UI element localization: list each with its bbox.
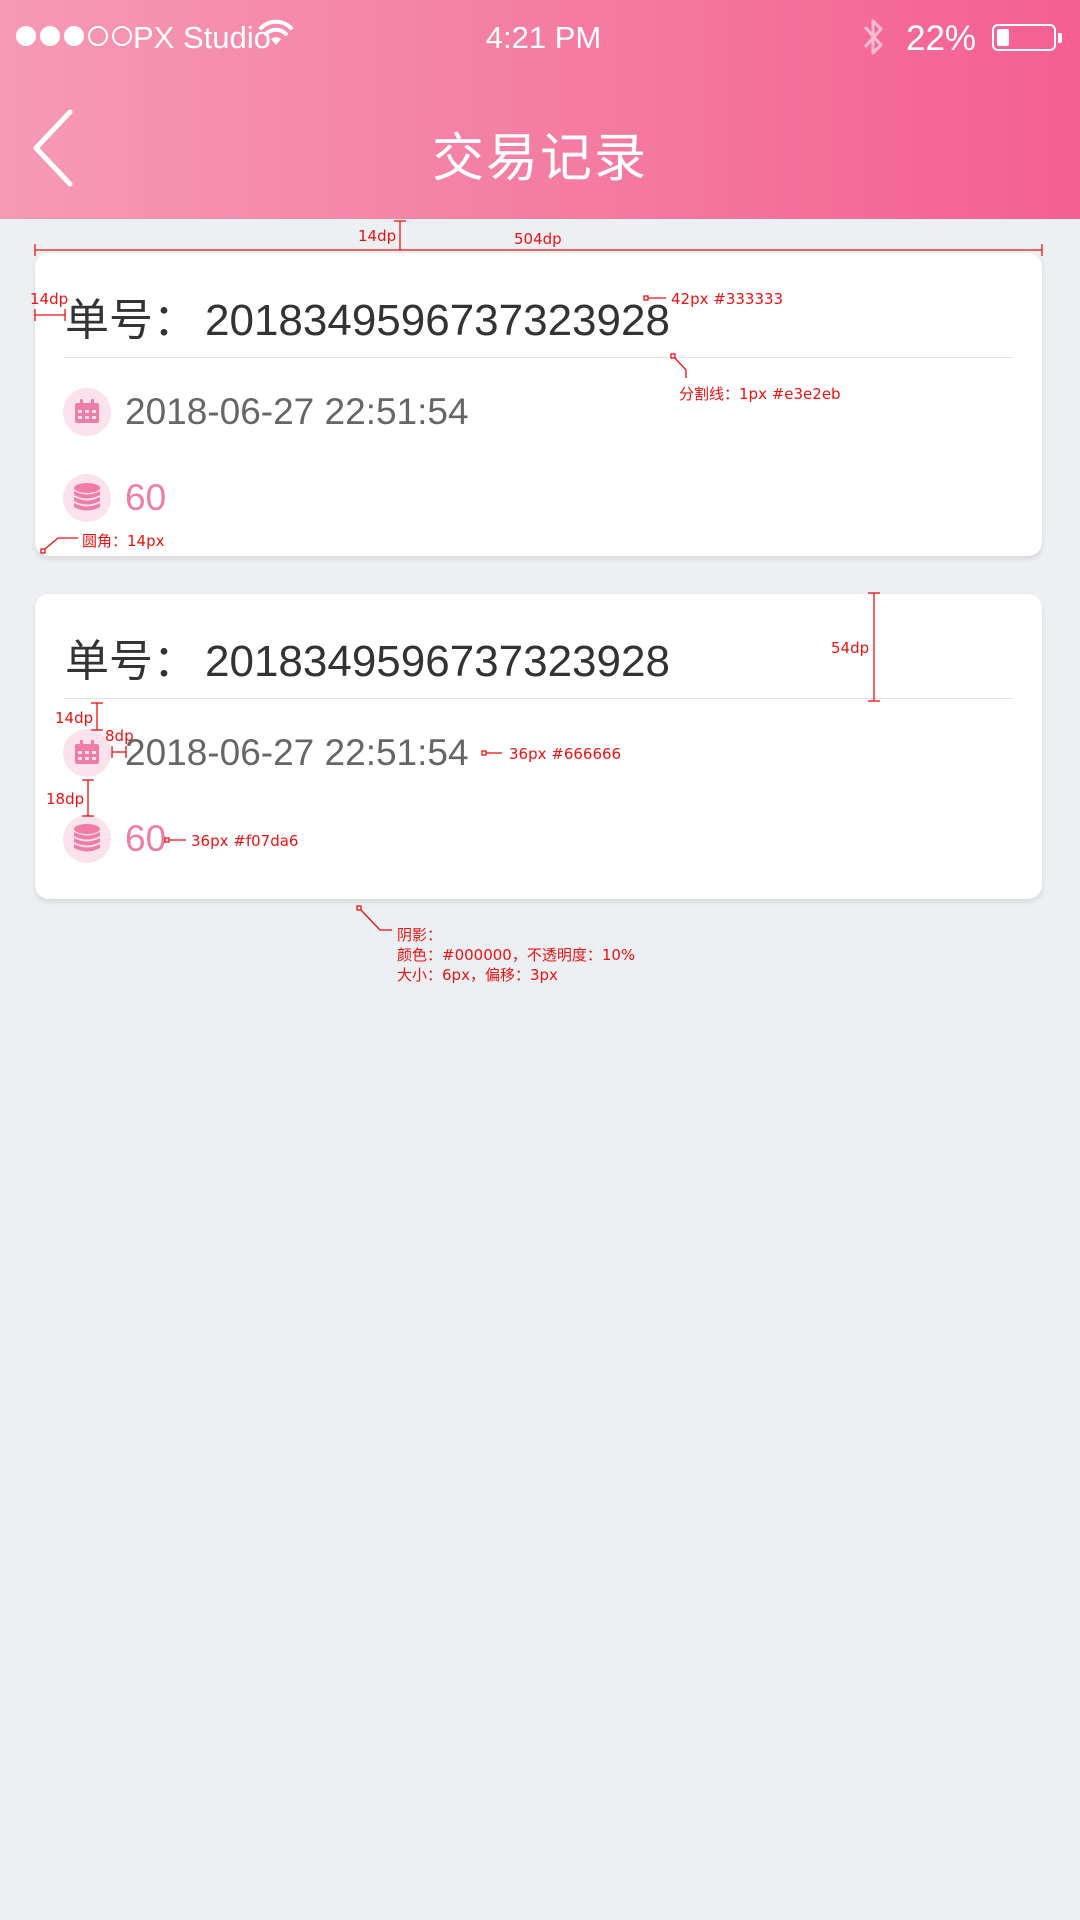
annotation-label: 36px #f07da6	[191, 832, 299, 850]
annotation-label: 36px #666666	[509, 745, 622, 763]
order-number: 2018349596737323928	[205, 296, 670, 345]
amount-row: 60	[63, 473, 166, 523]
annotation-label: 8dp	[105, 727, 134, 745]
transaction-amount: 60	[125, 477, 167, 518]
calendar-icon	[63, 729, 111, 777]
annotation-label: 42px #333333	[671, 290, 784, 308]
coins-icon	[63, 815, 111, 863]
status-bar: PX Studio 4:21 PM 22%	[0, 0, 1080, 75]
annotation-label: 大小：6px，偏移：3px	[397, 966, 558, 984]
annotation-label: 颜色：#000000，不透明度：10%	[397, 946, 636, 964]
battery-tip	[1058, 33, 1062, 43]
order-label: 单号：	[65, 637, 197, 686]
annotation-label: 圆角：14px	[82, 532, 165, 550]
divider	[64, 357, 1013, 358]
battery-level	[997, 29, 1009, 46]
amount-row: 60	[63, 814, 166, 864]
bluetooth-icon	[863, 19, 883, 55]
transaction-datetime: 2018-06-27 22:51:54	[125, 732, 469, 773]
calendar-icon	[63, 388, 111, 436]
date-row: 2018-06-27 22:51:54	[63, 387, 469, 437]
battery-percent: 22%	[906, 19, 977, 58]
order-number: 2018349596737323928	[205, 637, 670, 686]
transaction-amount: 60	[125, 818, 167, 859]
annotation-label: 14dp	[358, 227, 397, 245]
order-line: 单号： 2018349596737323928	[65, 625, 670, 689]
annotation-label: 分割线：1px #e3e2eb	[679, 385, 841, 403]
annotation-label: 14dp	[55, 709, 94, 727]
order-line: 单号： 2018349596737323928	[65, 284, 670, 348]
annotation-label: 54dp	[831, 639, 870, 657]
coins-icon	[63, 474, 111, 522]
battery-icon	[992, 24, 1056, 51]
page-title: 交易记录	[431, 130, 648, 188]
annotation-label: 504dp	[514, 230, 562, 248]
divider	[64, 698, 1013, 699]
transaction-datetime: 2018-06-27 22:51:54	[125, 391, 469, 432]
annotation-label: 14dp	[30, 290, 69, 308]
annotation-label: 18dp	[46, 790, 85, 808]
annotation-label: 阴影：	[397, 926, 443, 944]
transaction-card[interactable]: 单号： 2018349596737323928 2018-06-27 22:51:…	[35, 253, 1042, 556]
app-header: PX Studio 4:21 PM 22% 交易记录	[0, 0, 1080, 219]
order-label: 单号：	[65, 296, 197, 345]
